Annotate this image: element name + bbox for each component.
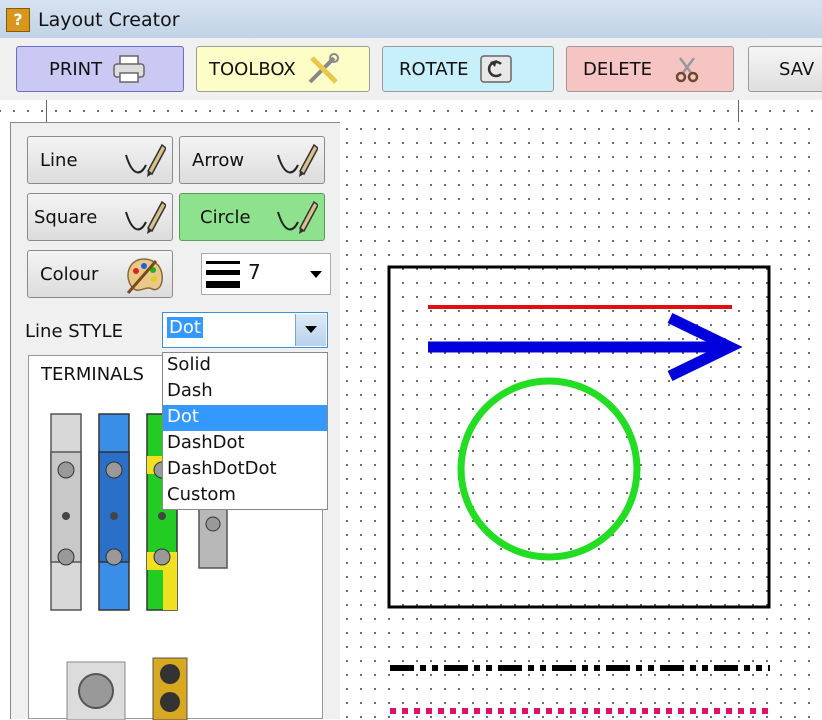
window-title: Layout Creator	[38, 9, 180, 31]
scissors-icon	[675, 57, 699, 83]
line-style-option[interactable]: Dash	[163, 379, 327, 405]
thickness-value: 7	[248, 260, 261, 284]
printer-icon	[113, 55, 145, 83]
ruler-tick	[738, 100, 739, 122]
line-style-selected: Dot	[167, 317, 203, 338]
grey-end-terminal[interactable]	[198, 505, 228, 569]
print-button[interactable]: PRINT	[16, 46, 184, 92]
delete-label: DELETE	[583, 58, 653, 80]
square-shape[interactable]	[387, 265, 771, 609]
pencil-icon	[277, 143, 318, 177]
line-style-dropdown-button[interactable]	[295, 314, 326, 346]
delete-button[interactable]: DELETE	[566, 46, 734, 92]
line-tool-label: Line	[40, 149, 78, 171]
fuse-terminal[interactable]	[152, 657, 188, 720]
save-label: SAV	[779, 58, 815, 80]
pencil-icon	[125, 143, 166, 177]
arrow-tool-button[interactable]: Arrow	[179, 136, 325, 184]
colour-tool-button[interactable]: Colour	[27, 250, 173, 298]
chevron-down-icon	[305, 326, 317, 333]
rotate-button[interactable]: ROTATE	[382, 46, 554, 92]
ruler	[0, 100, 822, 122]
blue-arrow-shape[interactable]	[428, 313, 743, 381]
pencil-icon	[125, 200, 166, 234]
title-bar: ? Layout Creator	[0, 0, 822, 39]
line-weight-icon	[206, 261, 240, 288]
line-style-option[interactable]: DashDotDot	[163, 457, 327, 483]
colour-tool-label: Colour	[40, 263, 99, 285]
line-style-label: Line STYLE	[25, 321, 124, 342]
blue-terminal-block[interactable]	[98, 413, 130, 611]
palette-icon	[126, 258, 164, 294]
chevron-down-icon	[310, 271, 322, 278]
line-tool-button[interactable]: Line	[27, 136, 173, 184]
drawing-canvas[interactable]	[340, 122, 822, 719]
line-style-option[interactable]: Solid	[163, 353, 327, 379]
tools-icon	[308, 53, 339, 84]
line-style-option[interactable]: Custom	[163, 483, 327, 509]
square-tool-label: Square	[34, 206, 98, 228]
toolbox-button[interactable]: TOOLBOX	[196, 46, 370, 92]
circle-tool-label: Circle	[200, 206, 251, 228]
app-icon: ?	[6, 8, 30, 32]
grey-terminal-block[interactable]	[50, 413, 82, 611]
circle-tool-button[interactable]: Circle	[179, 193, 325, 241]
line-style-option[interactable]: DashDot	[163, 431, 327, 457]
rotate-label: ROTATE	[399, 58, 469, 80]
line-style-list: Solid Dash Dot DashDot DashDotDot Custom	[162, 352, 328, 510]
thickness-picker[interactable]: 7	[201, 253, 331, 295]
toolbar: PRINT TOOLBOX ROTATE DELETE SAV	[0, 38, 822, 100]
print-label: PRINT	[49, 58, 103, 80]
round-terminal[interactable]	[66, 661, 126, 720]
save-button[interactable]: SAV	[748, 46, 822, 92]
arrow-tool-label: Arrow	[192, 149, 245, 171]
line-style-option-selected[interactable]: Dot	[163, 405, 327, 431]
rotate-icon	[479, 55, 512, 83]
green-circle-shape[interactable]	[457, 377, 641, 561]
toolbox-label: TOOLBOX	[209, 58, 296, 80]
line-style-combo[interactable]: Dot	[162, 312, 328, 348]
square-tool-button[interactable]: Square	[27, 193, 173, 241]
pencil-icon	[277, 200, 318, 234]
ruler-tick	[46, 100, 47, 122]
